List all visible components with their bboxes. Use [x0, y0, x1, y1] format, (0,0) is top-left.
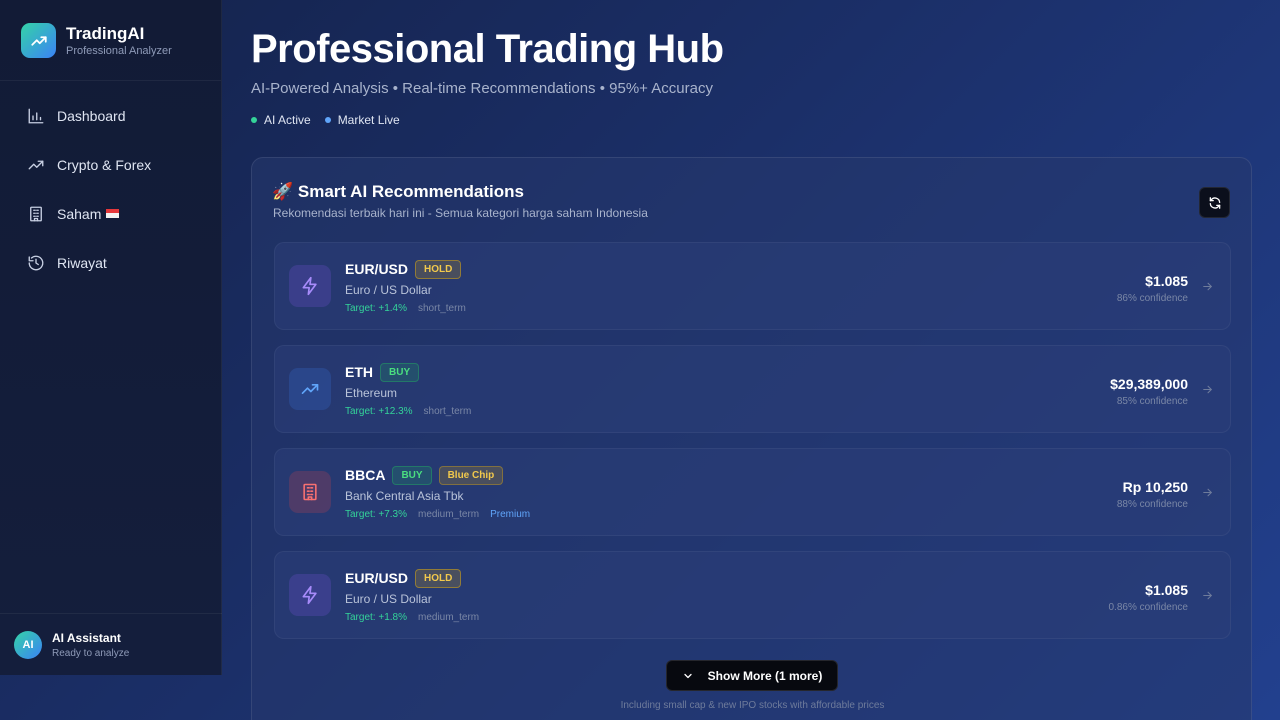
trending-up-icon: [28, 160, 44, 170]
building-icon: [30, 206, 42, 222]
term-text: short_term: [417, 303, 466, 314]
confidence-text: 88% confidence: [1116, 499, 1188, 510]
status-row: AI Active Market Live: [251, 113, 414, 127]
refresh-icon: [1209, 196, 1220, 209]
asset-symbol: EUR/USD: [345, 261, 409, 277]
premium-tag: Premium: [490, 509, 531, 520]
avatar: AI: [14, 630, 42, 659]
sidebar-divider: [0, 80, 221, 81]
page-title: Professional Trading Hub: [251, 27, 724, 71]
target-text: Target: +7.3%: [345, 509, 407, 520]
sidebar-item-label: Riwayat: [57, 255, 107, 271]
trending-up-icon: [21, 23, 56, 58]
sidebar-item-crypto-forex[interactable]: Crypto & Forex: [14, 149, 208, 181]
panel-subtitle: Rekomendasi terbaik hari ini - Semua kat…: [273, 206, 648, 220]
recommendation-list: EUR/USD HOLD Euro / US Dollar Target: +1…: [274, 242, 1231, 654]
sidebar-item-riwayat[interactable]: Riwayat: [14, 247, 208, 279]
sidebar-item-label: Saham: [57, 206, 102, 222]
asset-price: Rp 10,250: [1122, 479, 1188, 495]
brand-tagline: Professional Analyzer: [66, 45, 172, 57]
asset-name: Bank Central Asia Tbk: [345, 489, 464, 503]
recommendations-panel: 🚀 Smart AI Recommendations Rekomendasi t…: [251, 157, 1252, 720]
action-badge: HOLD: [415, 568, 462, 588]
history-icon: [28, 255, 44, 271]
recommendation-card[interactable]: EUR/USD HOLD Euro / US Dollar Target: +1…: [274, 551, 1231, 639]
indonesia-flag-icon: [106, 208, 120, 218]
term-text: short_term: [423, 406, 472, 417]
recommendation-card[interactable]: BBCA BUY Blue Chip Bank Central Asia Tbk…: [274, 448, 1231, 536]
status-dot-icon: [324, 117, 331, 123]
status-ai-active: AI Active: [251, 113, 311, 127]
action-badge: HOLD: [415, 259, 462, 279]
assistant-name: AI Assistant: [52, 630, 121, 645]
term-text: medium_term: [417, 612, 480, 623]
chevron-down-icon: [684, 673, 692, 678]
sidebar-item-saham[interactable]: Saham: [14, 198, 208, 230]
asset-name: Euro / US Dollar: [345, 592, 432, 606]
show-more-button[interactable]: Show More (1 more): [666, 660, 838, 691]
asset-symbol: BBCA: [345, 467, 386, 483]
category-badge: Blue Chip: [438, 465, 504, 485]
arrow-right-icon: [1203, 488, 1212, 497]
building-icon: [289, 471, 331, 513]
trending-up-icon: [289, 368, 331, 410]
brand-name: TradingAI: [66, 24, 145, 43]
asset-symbol: ETH: [345, 364, 373, 380]
lightning-icon: [289, 574, 331, 616]
confidence-text: 85% confidence: [1116, 396, 1188, 407]
status-label: AI Active: [264, 113, 311, 127]
asset-name: Ethereum: [345, 386, 398, 400]
brand[interactable]: TradingAI Professional Analyzer: [21, 23, 172, 58]
asset-name: Euro / US Dollar: [345, 283, 432, 297]
target-text: Target: +1.4%: [345, 303, 407, 314]
sidebar-nav: Dashboard Crypto & Forex Saham Riwayat: [14, 100, 208, 296]
asset-price: $29,389,000: [1110, 376, 1188, 392]
show-more-label: Show More (1 more): [707, 668, 823, 683]
asset-price: $1.085: [1145, 273, 1188, 289]
panel-title: 🚀 Smart AI Recommendations: [272, 182, 524, 201]
target-text: Target: +1.8%: [345, 612, 407, 623]
asset-price: $1.085: [1145, 582, 1188, 598]
sidebar-item-label: Dashboard: [57, 108, 126, 124]
arrow-right-icon: [1203, 591, 1212, 600]
status-dot-icon: [251, 117, 257, 123]
asset-symbol: EUR/USD: [345, 570, 409, 586]
bar-chart-icon: [28, 108, 44, 124]
confidence-text: 0.86% confidence: [1108, 602, 1188, 613]
sidebar: TradingAI Professional Analyzer Dashboar…: [0, 0, 222, 675]
lightning-icon: [289, 265, 331, 307]
arrow-right-icon: [1203, 282, 1212, 291]
status-market-live: Market Live: [324, 113, 400, 127]
confidence-text: 86% confidence: [1116, 293, 1188, 304]
recommendation-card[interactable]: EUR/USD HOLD Euro / US Dollar Target: +1…: [274, 242, 1231, 330]
refresh-button[interactable]: [1199, 187, 1230, 218]
sidebar-item-dashboard[interactable]: Dashboard: [14, 100, 208, 132]
ai-assistant[interactable]: AI AI Assistant Ready to analyze: [0, 613, 222, 675]
term-text: medium_term: [417, 509, 480, 520]
footnote: Including small cap & new IPO stocks wit…: [620, 700, 885, 711]
recommendation-card[interactable]: ETH BUY Ethereum Target: +12.3% short_te…: [274, 345, 1231, 433]
target-text: Target: +12.3%: [345, 406, 413, 417]
status-label: Market Live: [337, 113, 400, 127]
page-subtitle: AI-Powered Analysis • Real-time Recommen…: [251, 80, 713, 97]
assistant-status: Ready to analyze: [52, 647, 130, 659]
action-badge: BUY: [392, 465, 432, 485]
arrow-right-icon: [1203, 385, 1212, 394]
sidebar-item-label: Crypto & Forex: [57, 157, 152, 173]
action-badge: BUY: [380, 362, 420, 382]
